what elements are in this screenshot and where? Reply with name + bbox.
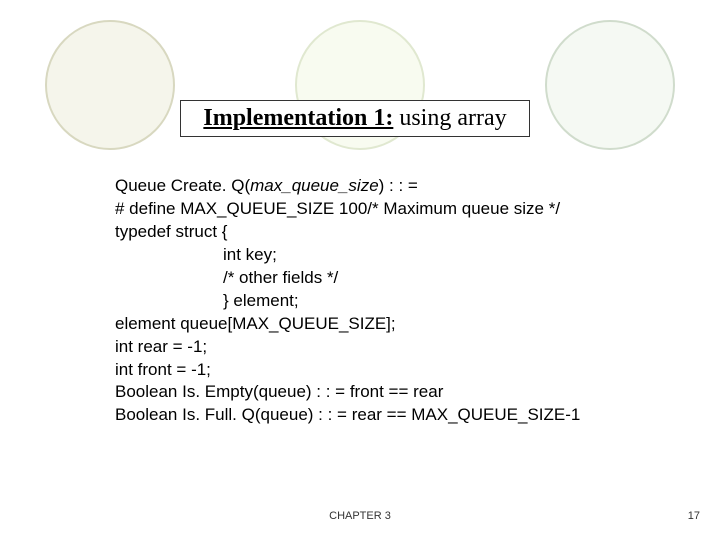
code-line-7: element queue[MAX_QUEUE_SIZE]; bbox=[115, 313, 580, 336]
title-bold: Implementation 1: bbox=[203, 105, 393, 131]
decorative-circle-right bbox=[545, 20, 675, 150]
code-line-8: int rear = -1; bbox=[115, 336, 580, 359]
code-line-4: int key; bbox=[115, 244, 580, 267]
code-line-10: Boolean Is. Empty(queue) : : = front == … bbox=[115, 381, 580, 404]
code-line-9: int front = -1; bbox=[115, 359, 580, 382]
code-line-1: Queue Create. Q(max_queue_size) : : = bbox=[115, 175, 580, 198]
title-rest: using array bbox=[393, 105, 506, 131]
decorative-circle-left bbox=[45, 20, 175, 150]
code-line-6: } element; bbox=[115, 290, 580, 313]
code-line-11: Boolean Is. Full. Q(queue) : : = rear ==… bbox=[115, 404, 580, 427]
code-l1a: Queue Create. Q( bbox=[115, 176, 250, 195]
code-l1c: ) : : = bbox=[379, 176, 418, 195]
code-line-2: # define MAX_QUEUE_SIZE 100/* Maximum qu… bbox=[115, 198, 580, 221]
code-l1b: max_queue_size bbox=[250, 176, 379, 195]
footer-page-number: 17 bbox=[688, 510, 700, 522]
code-block: Queue Create. Q(max_queue_size) : : = # … bbox=[115, 175, 580, 427]
footer-chapter: CHAPTER 3 bbox=[0, 510, 720, 522]
code-line-3: typedef struct { bbox=[115, 221, 580, 244]
code-line-5: /* other fields */ bbox=[115, 267, 580, 290]
title-container: Implementation 1: using array bbox=[180, 100, 530, 137]
